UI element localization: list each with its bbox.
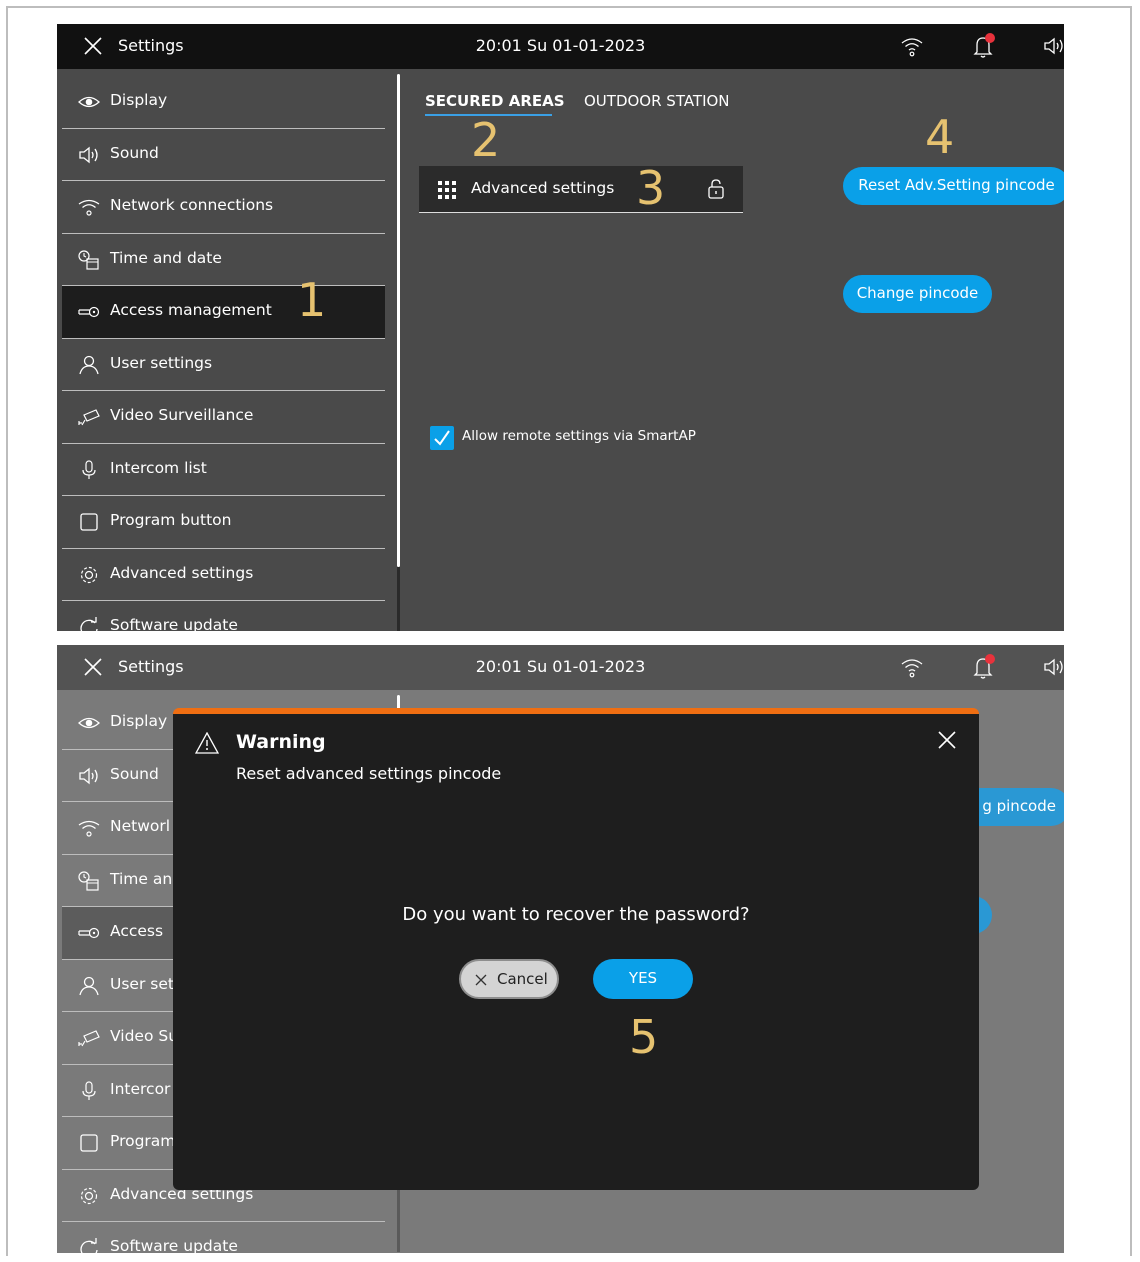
microphone-icon [82, 1080, 96, 1100]
sidebar-item-label: Access management [110, 301, 272, 319]
speaker-icon [79, 767, 98, 784]
sidebar-item-label: Intercom list [110, 458, 207, 477]
sidebar-item-label: Advanced settings [110, 563, 254, 582]
notification-bell-icon[interactable] [971, 32, 997, 60]
sidebar-item-video-surveillance[interactable]: Video Surveillance [62, 391, 385, 444]
sidebar-item-time-date[interactable]: Time and date [62, 234, 385, 286]
warning-icon [195, 732, 219, 754]
settings-sidebar: Display Sound Network connections Time a… [62, 76, 385, 631]
secured-area-advanced-settings[interactable]: Advanced settings [419, 166, 743, 213]
tab-outdoor-station[interactable]: OUTDOOR STATION [584, 92, 730, 110]
sidebar-item-label: Sound [110, 764, 159, 783]
cancel-button[interactable]: Cancel [459, 959, 559, 999]
remote-settings-label: Allow remote settings via SmartAP [462, 428, 696, 444]
tab-secured-areas[interactable]: SECURED AREAS [425, 92, 565, 110]
grid-icon [438, 181, 456, 199]
checkmark-icon [434, 430, 450, 446]
sidebar-item-label: Time an [110, 869, 173, 888]
wifi-icon [901, 659, 923, 678]
sidebar-item-software-update[interactable]: Software update [62, 601, 385, 631]
microphone-icon [82, 459, 96, 479]
close-icon [475, 974, 487, 986]
key-icon [78, 306, 100, 318]
refresh-icon [80, 1238, 98, 1253]
settings-screen-with-dialog: Settings 20:01 Su 01-01-2023 Display Sou… [57, 645, 1064, 1253]
reset-pincode-button[interactable]: Reset Adv.Setting pincode [843, 167, 1064, 205]
yes-button[interactable]: YES [593, 959, 693, 999]
sidebar-item-label: Intercor [110, 1079, 171, 1098]
wifi-icon [78, 199, 100, 216]
warning-dialog: Warning Reset advanced settings pincode … [173, 708, 979, 1190]
annotation-5: 5 [629, 1010, 659, 1064]
wifi-icon [78, 820, 100, 837]
eye-icon [78, 717, 100, 729]
sidebar-item-sound[interactable]: Sound [62, 129, 385, 181]
secured-area-label: Advanced settings [471, 179, 615, 197]
sidebar-item-display[interactable]: Display [62, 76, 385, 129]
sidebar-item-label: Program button [110, 511, 232, 529]
sidebar-scrollbar[interactable] [397, 74, 400, 567]
notification-bell-icon[interactable] [971, 653, 997, 681]
sidebar-item-label: Network connections [110, 196, 274, 214]
camera-icon [78, 1030, 100, 1047]
cancel-label: Cancel [497, 970, 548, 988]
sidebar-item-label: Sound [110, 143, 159, 162]
dialog-question: Do you want to recover the password? [402, 904, 750, 925]
sidebar-item-label: Software update [110, 616, 238, 631]
sidebar-item-advanced-settings[interactable]: Advanced settings [62, 549, 385, 601]
gear-icon [80, 1187, 98, 1204]
speaker-icon[interactable] [1042, 656, 1064, 678]
annotation-2: 2 [471, 113, 501, 167]
sidebar-item-label: Software update [110, 1237, 238, 1253]
settings-screen: Settings 20:01 Su 01-01-2023 Display Sou… [57, 24, 1064, 631]
sidebar-item-user-settings[interactable]: User settings [62, 339, 385, 391]
annotation-1: 1 [297, 273, 327, 327]
user-icon [79, 355, 99, 374]
sidebar-item-label: Program [110, 1132, 176, 1150]
camera-icon [78, 409, 100, 426]
change-pincode-button[interactable]: Change pincode [843, 275, 992, 313]
sidebar-item-label: Video Su [110, 1027, 179, 1045]
sidebar-item-label: Display [110, 91, 168, 109]
wifi-icon [901, 38, 923, 57]
sidebar-item-access-management[interactable]: Access management [62, 286, 385, 339]
square-icon [80, 513, 98, 531]
sidebar-item-label: User settings [110, 353, 213, 372]
clock-calendar-icon [78, 249, 99, 270]
sidebar-item-software-update[interactable]: Software update [62, 1222, 385, 1253]
top-bar: Settings 20:01 Su 01-01-2023 [57, 24, 1064, 69]
speaker-icon [79, 146, 98, 163]
sidebar-item-label: Access [110, 922, 164, 940]
dialog-subtitle: Reset advanced settings pincode [236, 764, 502, 783]
refresh-icon [80, 617, 98, 631]
user-icon [79, 976, 99, 995]
dialog-title: Warning [236, 731, 326, 753]
sidebar-item-label: Video Surveillance [110, 406, 254, 424]
eye-icon [78, 96, 100, 108]
annotation-3: 3 [636, 161, 666, 215]
sidebar-item-label: Display [110, 712, 168, 730]
sidebar-item-intercom-list[interactable]: Intercom list [62, 444, 385, 496]
gear-icon [80, 566, 98, 583]
square-icon [80, 1134, 98, 1152]
close-icon[interactable] [937, 730, 957, 750]
clock-calendar-icon [78, 870, 99, 891]
sidebar-scroll-track [397, 567, 400, 631]
sidebar-item-program-button[interactable]: Program button [62, 496, 385, 549]
speaker-icon[interactable] [1042, 35, 1064, 57]
remote-settings-checkbox[interactable] [430, 426, 454, 450]
sidebar-item-label: User set [110, 974, 174, 993]
lock-icon[interactable] [707, 179, 725, 199]
top-bar: Settings 20:01 Su 01-01-2023 [57, 645, 1064, 690]
annotation-4: 4 [925, 110, 955, 164]
sidebar-item-label: Time and date [110, 248, 222, 267]
key-icon [78, 927, 100, 939]
sidebar-item-label: Networl [110, 817, 171, 835]
sidebar-item-network[interactable]: Network connections [62, 181, 385, 234]
